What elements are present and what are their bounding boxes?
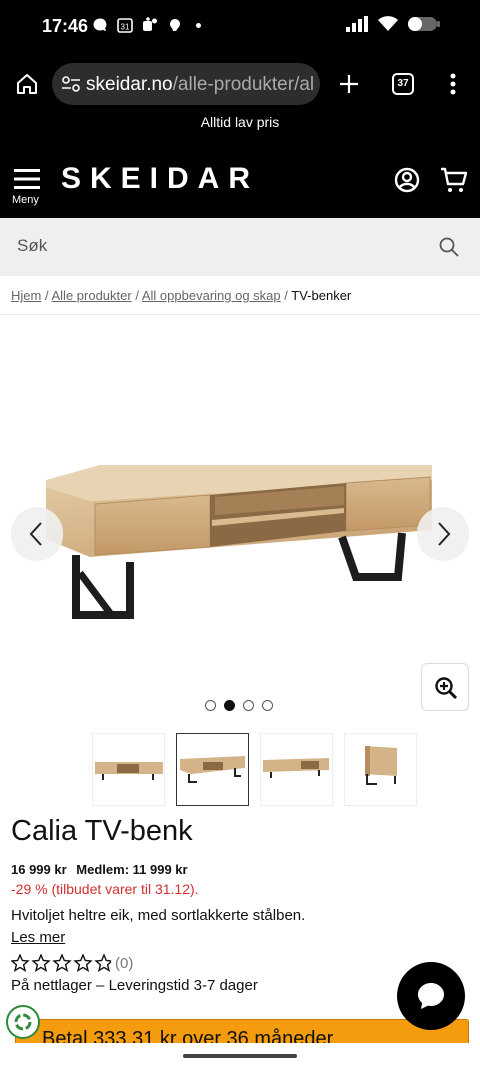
svg-text:31: 31 [121,23,130,32]
system-icons [346,16,440,32]
pagination-dot[interactable] [243,700,254,711]
notification-icons: 31 [92,17,201,33]
site-logo[interactable]: SKEIDAR [61,162,259,196]
prev-image-button[interactable] [11,507,63,561]
thumbnail[interactable] [344,733,417,806]
promo-banner: Alltid lav pris [0,114,480,144]
url-bar[interactable]: skeidar.no/alle-produkter/al [52,63,320,105]
overflow-menu-icon[interactable] [450,73,456,95]
browser-toolbar: skeidar.no/alle-produkter/al 37 [0,56,480,114]
battery-icon [408,17,440,31]
breadcrumb-all-products[interactable]: Alle produkter [52,288,132,303]
menu-button[interactable]: Meny [10,166,44,210]
breadcrumb-home[interactable]: Hjem [11,288,41,303]
url-path: /alle-produkter/al [172,74,315,95]
menu-label: Meny [12,194,39,206]
product-image[interactable] [0,315,480,715]
more-notifications-dot [196,22,201,28]
pagination-dot[interactable] [262,700,273,711]
gallery-pagination [205,700,273,711]
pagination-dot-active[interactable] [224,700,235,711]
account-icon[interactable] [394,167,420,193]
breadcrumb: Hjem / Alle produkter / All oppbevaring … [11,288,351,303]
new-tab-icon[interactable] [339,74,359,94]
product-title: Calia TV-benk [11,815,193,847]
home-icon[interactable] [15,72,39,96]
status-bar: 17:46 31 [0,0,480,56]
search-bar[interactable]: Søk [0,218,480,276]
tv-bench-illustration [46,465,432,619]
breadcrumb-current: TV-benker [291,288,352,303]
pagination-dot[interactable] [205,700,216,711]
thumbnail[interactable] [92,733,165,806]
breadcrumb-separator: / [135,288,139,303]
chevron-left-icon [29,522,42,546]
price-row: 16 999 kr Medlem: 11 999 kr [11,862,188,877]
discount-text: -29 % (tilbudet varer til 31.12). [11,881,199,897]
search-icon[interactable] [439,237,459,257]
site-settings-icon[interactable] [62,76,80,92]
member-price: Medlem: 11 999 kr [76,862,188,877]
teams-icon [142,17,158,33]
payment-plan-button[interactable]: Betal 333,31 kr over 36 måneder [15,1019,469,1043]
thumbnail-strip [92,733,417,806]
url-domain: skeidar.no [86,74,173,95]
rating[interactable]: (0) [11,954,133,972]
payment-plan-label: Betal 333,31 kr over 36 måneder [42,1028,334,1043]
site-header: Meny SKEIDAR [0,144,480,218]
next-image-button[interactable] [417,507,469,561]
zoom-in-icon [435,677,457,699]
chat-notification-icon [92,17,108,33]
thumbnail[interactable] [260,733,333,806]
recycle-icon [14,1013,32,1031]
search-input[interactable]: Søk [17,236,47,256]
wifi-icon [378,16,398,31]
regular-price: 16 999 kr [11,862,67,877]
tab-count: 37 [397,78,409,89]
tab-switcher-button[interactable]: 37 [392,73,414,95]
chat-button[interactable] [397,962,465,1030]
calendar-icon: 31 [117,17,133,33]
stock-status: På nettlager – Leveringstid 3-7 dager [11,977,258,994]
breadcrumb-separator: / [284,288,288,303]
chat-icon [418,983,444,1009]
thumbnail-selected[interactable] [176,733,249,806]
gesture-bar[interactable] [183,1054,297,1058]
promo-text: Alltid lav pris [200,114,280,130]
eco-badge[interactable] [6,1005,40,1039]
breadcrumb-separator: / [44,288,49,303]
read-more-link[interactable]: Les mer [11,929,65,946]
hamburger-icon [14,169,40,189]
breadcrumb-storage[interactable]: All oppbevaring og skap [142,288,281,303]
bulb-icon [167,17,183,33]
chevron-right-icon [438,522,451,546]
zoom-button[interactable] [421,663,469,711]
cart-icon[interactable] [440,166,468,194]
star-icon [11,954,111,972]
product-description: Hvitoljet heltre eik, med sortlakkerte s… [11,907,306,924]
clock: 17:46 [42,16,89,36]
signal-icon [346,16,368,32]
rating-count: (0) [115,954,134,972]
